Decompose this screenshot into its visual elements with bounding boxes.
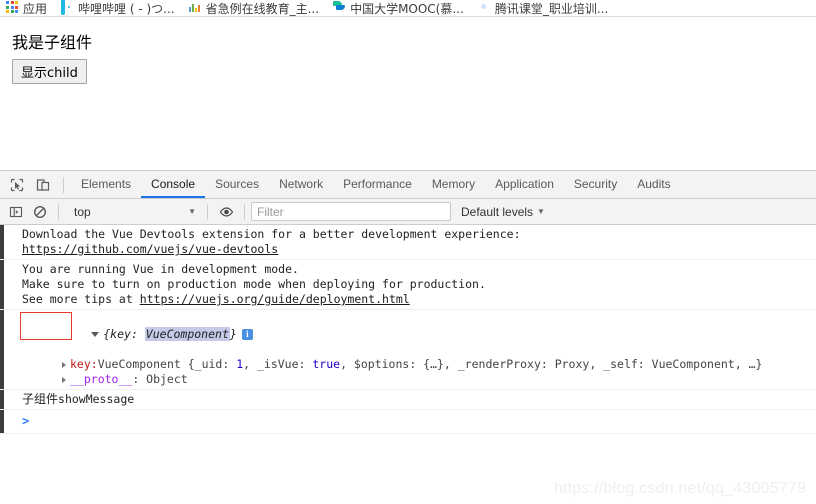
tab-elements[interactable]: Elements bbox=[71, 171, 141, 198]
live-expression-button[interactable] bbox=[214, 200, 238, 224]
tab-sources[interactable]: Sources bbox=[205, 171, 269, 198]
object-proto-row[interactable]: __proto__: Object bbox=[22, 372, 816, 387]
disclosure-triangle-icon[interactable] bbox=[62, 361, 66, 368]
message-cn-text: 子组件 bbox=[22, 392, 59, 406]
console-sidebar-button[interactable] bbox=[4, 200, 28, 224]
browser-window: 应用 哔哩哔哩 ( - )つ... 省急例在线教育_主... 中国大学MOOC(… bbox=[0, 0, 816, 504]
tab-memory[interactable]: Memory bbox=[422, 171, 485, 198]
object-preview-close: } bbox=[229, 327, 237, 341]
bookmark-apps[interactable]: 应用 bbox=[6, 0, 47, 16]
bookmark-bilibili[interactable]: 哔哩哔哩 ( - )つ... bbox=[61, 0, 175, 16]
watermark: https://blog.csdn.net/qq_43005779 bbox=[553, 480, 806, 497]
inspect-element-button[interactable] bbox=[4, 172, 30, 198]
vue-devtools-link[interactable]: https://github.com/vuejs/vue-devtools bbox=[22, 242, 278, 256]
log-levels-select[interactable]: Default levels ▼ bbox=[461, 205, 545, 219]
object-child-preview-c: , $options: {…}, _renderProxy: Proxy, _s… bbox=[340, 357, 763, 371]
bilibili-icon bbox=[61, 0, 74, 15]
bookmark-label: 省急例在线教育_主... bbox=[205, 2, 320, 16]
tab-performance[interactable]: Performance bbox=[333, 171, 422, 198]
show-child-button[interactable]: 显示child bbox=[12, 59, 87, 84]
object-preview-value: VueComponent bbox=[144, 327, 230, 341]
bookmark-mooc[interactable]: 中国大学MOOC(慕... bbox=[333, 0, 464, 16]
message-line-prefix: See more tips at bbox=[22, 292, 140, 306]
console-filter-input[interactable] bbox=[251, 202, 451, 221]
bars-icon bbox=[188, 1, 202, 14]
vue-deployment-link[interactable]: https://vuejs.org/guide/deployment.html bbox=[140, 292, 410, 306]
object-preview-row[interactable]: {key: VueComponent} i bbox=[22, 312, 816, 357]
tab-network[interactable]: Network bbox=[269, 171, 333, 198]
object-child-preview-b: , _isVue: bbox=[243, 357, 313, 371]
bookmark-label: 应用 bbox=[23, 2, 48, 16]
object-child-preview-a: {_uid: bbox=[180, 357, 237, 371]
object-preview-open: {key: bbox=[103, 327, 145, 341]
devtools-panel: Elements Console Sources Network Perform… bbox=[0, 170, 816, 504]
console-prompt[interactable]: > bbox=[0, 410, 816, 434]
apps-grid-icon bbox=[6, 1, 19, 14]
console-output[interactable]: Download the Vue Devtools extension for … bbox=[0, 225, 816, 504]
execution-context-value: top bbox=[74, 204, 91, 219]
live-expression-icon bbox=[219, 206, 233, 217]
prompt-caret-icon: > bbox=[22, 414, 30, 428]
console-sidebar-icon bbox=[9, 206, 23, 217]
chevron-down-icon: ▼ bbox=[188, 207, 196, 216]
console-message-object: {key: VueComponent} i key:VueComponent {_… bbox=[0, 310, 816, 390]
bookmarks-bar: 应用 哔哩哔哩 ( - )つ... 省急例在线教育_主... 中国大学MOOC(… bbox=[0, 0, 816, 17]
clear-console-icon bbox=[33, 205, 47, 218]
inspect-element-icon bbox=[10, 178, 24, 191]
console-filter-bar: top ▼ Default levels ▼ bbox=[0, 199, 816, 225]
mooc-icon bbox=[333, 1, 346, 14]
console-message-show-message: 子组件showMessage bbox=[0, 390, 816, 410]
bookmark-label: 哔哩哔哩 ( - )つ... bbox=[78, 2, 175, 16]
message-line: Download the Vue Devtools extension for … bbox=[22, 227, 521, 241]
devtools-tabbar: Elements Console Sources Network Perform… bbox=[0, 171, 816, 199]
toggle-device-toolbar-icon bbox=[36, 178, 50, 191]
tab-security[interactable]: Security bbox=[564, 171, 627, 198]
proto-key: __proto__ bbox=[70, 372, 133, 386]
bookmark-label: 中国大学MOOC(慕... bbox=[350, 2, 464, 16]
disclosure-triangle-icon[interactable] bbox=[62, 376, 66, 383]
chevron-down-icon: ▼ bbox=[537, 207, 545, 216]
bookmark-tencent-ketang[interactable]: 腾讯课堂_职业培训... bbox=[478, 0, 608, 16]
console-message-vue-devtools: Download the Vue Devtools extension for … bbox=[0, 225, 816, 260]
tab-audits[interactable]: Audits bbox=[627, 171, 680, 198]
tab-console[interactable]: Console bbox=[141, 171, 205, 198]
info-icon[interactable]: i bbox=[241, 329, 253, 340]
object-child-row[interactable]: key:VueComponent {_uid: 1, _isVue: true,… bbox=[22, 357, 816, 372]
object-child-key: key: bbox=[70, 357, 98, 371]
execution-context-select[interactable]: top ▼ bbox=[69, 202, 201, 222]
message-line: You are running Vue in development mode. bbox=[22, 262, 299, 276]
console-message-dev-mode: You are running Vue in development mode.… bbox=[0, 260, 816, 310]
toggle-device-toolbar-button[interactable] bbox=[30, 172, 56, 198]
toolbar-divider bbox=[63, 176, 64, 193]
log-levels-label: Default levels bbox=[461, 204, 534, 219]
bookmark-online-education[interactable]: 省急例在线教育_主... bbox=[188, 0, 320, 16]
filterbar-divider-2 bbox=[207, 203, 208, 220]
clear-console-button[interactable] bbox=[28, 200, 52, 224]
page-viewport: 我是子组件 显示child bbox=[0, 17, 816, 170]
tencent-ketang-icon bbox=[478, 1, 491, 14]
message-mono-text: showMessage bbox=[58, 392, 135, 406]
tab-application[interactable]: Application bbox=[485, 171, 564, 198]
filterbar-divider bbox=[58, 203, 59, 220]
page-title: 我是子组件 bbox=[12, 33, 93, 52]
bookmark-label: 腾讯课堂_职业培训... bbox=[494, 2, 609, 16]
filterbar-divider-3 bbox=[244, 203, 245, 220]
object-child-class: VueComponent bbox=[97, 357, 181, 371]
object-child-isvue: true bbox=[312, 357, 341, 371]
proto-value: : Object bbox=[132, 372, 188, 386]
message-line: Make sure to turn on production mode whe… bbox=[22, 277, 486, 291]
disclosure-triangle-open-icon[interactable] bbox=[91, 332, 100, 337]
